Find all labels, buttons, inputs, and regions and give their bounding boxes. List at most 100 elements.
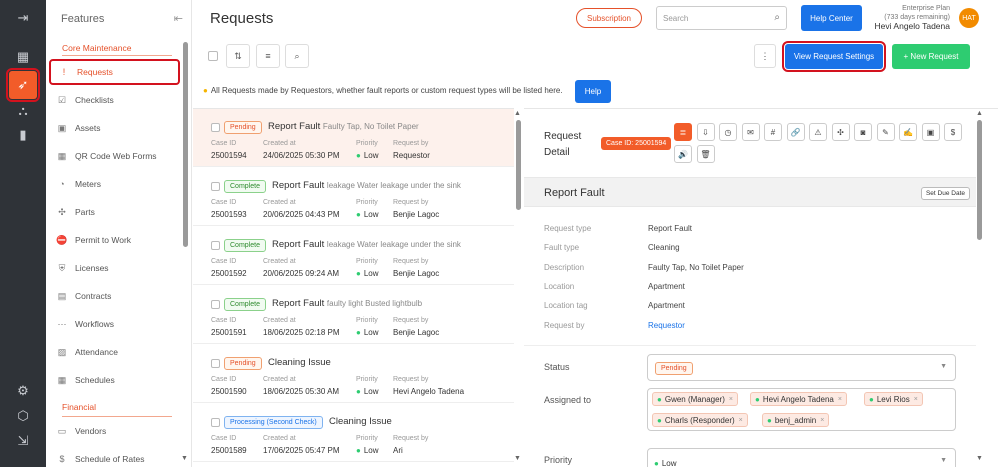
search-list-icon[interactable]: ⌕ — [285, 44, 309, 68]
request-card[interactable]: Pending Cleaning Issue Case ID 25001590 Cre… — [193, 345, 514, 403]
scroll-up-arrow-icon[interactable]: ▲ — [976, 110, 983, 117]
info-help-button[interactable]: Help — [575, 80, 611, 103]
grid-icon[interactable]: ▦ — [10, 44, 36, 70]
sidebar-item-meters[interactable]: ◔ Meters — [49, 171, 180, 197]
select-all-checkbox[interactable] — [203, 44, 223, 68]
truck-icon[interactable]: ▣ — [921, 123, 940, 141]
request-checkbox[interactable] — [211, 123, 220, 132]
request-card[interactable]: Processing (Second Check) Cleaning Issue … — [193, 404, 514, 462]
sidebar-item-contracts[interactable]: ▤ Contracts — [49, 283, 180, 309]
hash-icon[interactable]: # — [764, 123, 782, 141]
priority-value: ● Low — [356, 210, 379, 219]
chart-icon[interactable]: ▮ — [10, 122, 36, 148]
chevron-down-icon[interactable]: ▼ — [940, 363, 947, 370]
request-card[interactable]: Complete Report Fault leakage Water leaka… — [193, 227, 514, 285]
collapse-icon[interactable]: ⇥ — [10, 5, 36, 31]
detail-section-title: Report Fault — [544, 187, 605, 199]
request-checkbox[interactable] — [211, 241, 220, 250]
request-checkbox[interactable] — [211, 182, 220, 191]
chat-icon[interactable]: ✉ — [741, 123, 760, 141]
help-center-button[interactable]: Help Center — [801, 5, 862, 31]
field-value: 25001593 — [211, 210, 247, 219]
scroll-down-arrow-icon[interactable]: ▼ — [181, 455, 188, 462]
sidebar-item-attendance[interactable]: ▨ Attendance — [49, 339, 180, 365]
signature-icon[interactable]: ✍ — [899, 123, 917, 141]
sidebar-item-qr-code-web-forms[interactable]: ▦ QR Code Web Forms — [49, 143, 180, 169]
sidebar-item-workflows[interactable]: ⋯ Workflows — [49, 311, 180, 337]
collapse-panel-icon[interactable]: ⇤ — [174, 12, 183, 25]
status-select[interactable]: Pending ▼ — [647, 354, 956, 381]
box-icon[interactable]: ⬡ — [10, 403, 36, 429]
remove-icon[interactable]: × — [729, 396, 733, 403]
request-checkbox[interactable] — [211, 418, 220, 427]
priority-select[interactable]: ● Low ▼ — [647, 448, 956, 467]
request-card[interactable]: Complete Report Fault leakage Water leaka… — [193, 168, 514, 226]
subscription-button[interactable]: Subscription — [576, 8, 642, 28]
vendor-icon: ▭ — [57, 425, 67, 436]
avatar[interactable]: HAT — [959, 8, 979, 28]
request-checkbox[interactable] — [211, 300, 220, 309]
rocket-icon[interactable]: ➶ — [6, 68, 40, 102]
edit-icon[interactable]: ✎ — [876, 123, 895, 141]
search-input[interactable]: Search ⌕ — [656, 6, 787, 30]
notes-icon[interactable]: ≣ — [674, 123, 692, 141]
detail-scrollbar[interactable] — [977, 120, 982, 240]
sidebar-item-vendors[interactable]: ▭ Vendors — [49, 418, 180, 444]
set-due-date-button[interactable]: Set Due Date — [920, 187, 970, 200]
exit-icon[interactable]: ⇲ — [10, 428, 36, 454]
request-detail-label: Request Detail — [544, 129, 581, 161]
new-request-button[interactable]: + New Request — [892, 44, 970, 69]
more-options-button[interactable]: ⋮ — [754, 44, 776, 68]
request-card[interactable]: Pending Report Fault Faulty Tap, No Toile… — [193, 109, 514, 167]
sidebar-item-permit-to-work[interactable]: ⛔ Permit to Work — [49, 227, 180, 253]
chevron-down-icon[interactable]: ▼ — [940, 457, 947, 464]
field-value: 25001590 — [211, 387, 247, 396]
request-card[interactable]: Complete Report Fault faulty light Busted… — [193, 286, 514, 344]
filter-icon[interactable]: ≡ — [256, 44, 280, 68]
sort-icon[interactable]: ⇅ — [226, 44, 250, 68]
field-label: Created at — [263, 140, 296, 147]
list-scrollbar[interactable] — [516, 120, 521, 210]
sitemap-icon[interactable]: ⛬ — [10, 98, 36, 124]
sidebar-item-licenses[interactable]: ⛨ Licenses — [49, 255, 180, 281]
detail-field-label: Location — [544, 281, 575, 291]
camera-icon[interactable]: ◙ — [854, 123, 872, 141]
features-scrollbar[interactable] — [183, 42, 188, 247]
remove-icon[interactable]: × — [838, 396, 842, 403]
scroll-down-arrow-icon[interactable]: ▼ — [514, 455, 521, 462]
request-checkbox[interactable] — [211, 359, 220, 368]
download-icon[interactable]: ⇩ — [696, 123, 715, 141]
sidebar-item-schedules[interactable]: ▦ Schedules — [49, 367, 180, 393]
sidebar-item-assets[interactable]: ▣ Assets — [49, 115, 180, 141]
view-request-settings-button[interactable]: View Request Settings — [782, 41, 886, 72]
sidebar-item-parts[interactable]: ✣ Parts — [49, 199, 180, 225]
features-panel: Features ⇤ Core Maintenance ! Requests ☑ Ch… — [46, 0, 192, 467]
dollar-icon[interactable]: $ — [944, 123, 962, 141]
sidebar-item-label: Workflows — [75, 319, 115, 329]
warning-icon[interactable]: ⚠ — [809, 123, 827, 141]
detail-field-value[interactable]: Requestor — [648, 321, 685, 330]
field-label: Case ID — [211, 199, 237, 206]
field-label: Request by — [393, 140, 429, 147]
field-value: Requestor — [393, 151, 430, 160]
priority-value: ● Low — [356, 446, 379, 455]
scroll-up-arrow-icon[interactable]: ▲ — [514, 110, 521, 117]
search-icon[interactable]: ⌕ — [774, 12, 780, 23]
scroll-down-arrow-icon[interactable]: ▼ — [976, 455, 983, 462]
volume-icon[interactable]: 🔊 — [674, 145, 692, 163]
sidebar-item-schedule-of-rates[interactable]: $ Schedule of Rates — [49, 446, 180, 467]
asset-icon: ▣ — [57, 122, 67, 133]
clock-icon[interactable]: ◷ — [719, 123, 737, 141]
puzzle-icon[interactable]: ✣ — [831, 123, 850, 141]
assigned-select[interactable]: ● Gwen (Manager) × ● Hevi Angelo Tadena × ● Lev… — [647, 388, 956, 431]
sidebar-item-label: Schedules — [75, 375, 115, 385]
remove-icon[interactable]: × — [914, 396, 918, 403]
link-icon[interactable]: 🔗 — [786, 123, 805, 141]
field-value: 25001589 — [211, 446, 247, 455]
sidebar-item-requests[interactable]: ! Requests — [49, 59, 180, 85]
remove-icon[interactable]: × — [820, 417, 824, 424]
remove-icon[interactable]: × — [739, 417, 743, 424]
gear-icon[interactable]: ⚙ — [10, 378, 36, 404]
sidebar-item-checklists[interactable]: ☑ Checklists — [49, 87, 180, 113]
trash-icon[interactable]: 🗑 — [696, 145, 715, 163]
